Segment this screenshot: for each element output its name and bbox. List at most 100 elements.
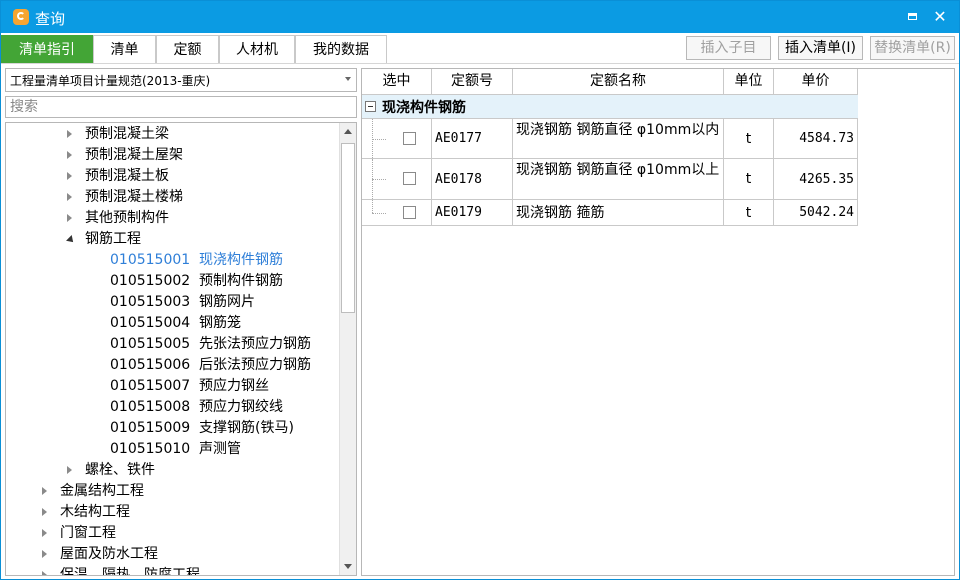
collapsed-triangle-icon[interactable] bbox=[67, 172, 72, 180]
close-button[interactable]: ✕ bbox=[930, 7, 950, 27]
column-header-select[interactable]: 选中 bbox=[362, 69, 432, 95]
tree-item-label: 钢筋笼 bbox=[199, 315, 241, 331]
tree-item-label: 现浇构件钢筋 bbox=[199, 252, 283, 268]
collapsed-triangle-icon[interactable] bbox=[67, 214, 72, 222]
tree-connector bbox=[372, 139, 386, 141]
left-pane: 工程量清单项目计量规范(2013-重庆) 保温、隔热、防腐工程 屋面及防水工程 门窗… bbox=[5, 68, 357, 576]
unit-cell: t bbox=[724, 119, 774, 159]
tab-quota[interactable]: 定额 bbox=[156, 35, 219, 63]
spec-select[interactable]: 工程量清单项目计量规范(2013-重庆) bbox=[5, 68, 357, 92]
collapsed-triangle-icon[interactable] bbox=[42, 571, 47, 575]
tree-item-code: 010515003 bbox=[110, 294, 191, 310]
row-checkbox[interactable] bbox=[403, 132, 416, 145]
tree-item[interactable]: 保温、隔热、防腐工程 bbox=[6, 565, 340, 576]
tree-item-label: 门窗工程 bbox=[60, 525, 116, 541]
search-input[interactable] bbox=[5, 96, 357, 118]
tree-item-label: 预制混凝土楼梯 bbox=[85, 189, 183, 205]
tree-item[interactable]: 010515008 预应力钢绞线 bbox=[6, 397, 340, 418]
title-bar[interactable]: 查询 ✕ bbox=[1, 1, 959, 33]
tree-item-label: 声测管 bbox=[199, 441, 241, 457]
tree-item[interactable]: 010515001 现浇构件钢筋 bbox=[6, 250, 340, 271]
insert-child-button[interactable]: 插入子目 bbox=[686, 36, 771, 60]
query-window: 查询 ✕ 清单指引 清单 定额 人材机 我的数据 插入子目 插入清单(I) 替换… bbox=[0, 0, 960, 580]
tree-scrollbar[interactable] bbox=[339, 123, 356, 575]
collapsed-triangle-icon[interactable] bbox=[67, 193, 72, 201]
select-cell bbox=[362, 119, 432, 159]
quota-grid: 选中 定额号 定额名称 单位 单价 现浇构件钢筋 AE0177 现浇钢筋 钢筋直… bbox=[361, 68, 955, 576]
tree-item[interactable]: 010515006 后张法预应力钢筋 bbox=[6, 355, 340, 376]
collapse-icon[interactable] bbox=[365, 101, 376, 112]
app-logo-icon bbox=[13, 9, 29, 25]
tree-item[interactable]: 门窗工程 bbox=[6, 523, 340, 544]
tree-item[interactable]: 屋面及防水工程 bbox=[6, 544, 340, 565]
scroll-down-icon[interactable] bbox=[340, 557, 356, 575]
tree-item[interactable]: 预制混凝土梁 bbox=[6, 124, 340, 145]
price-cell: 4584.73 bbox=[774, 119, 858, 159]
tree-item-label: 预制混凝土梁 bbox=[85, 126, 169, 142]
tree-item-label: 预应力钢丝 bbox=[199, 378, 269, 394]
tree-item[interactable]: 010515007 预应力钢丝 bbox=[6, 376, 340, 397]
tree-item-label: 预应力钢绞线 bbox=[199, 399, 283, 415]
name-cell: 现浇钢筋 钢筋直径 φ10mm以内 bbox=[513, 119, 724, 159]
tab-list[interactable]: 清单 bbox=[93, 35, 156, 63]
tab-bar: 清单指引 清单 定额 人材机 我的数据 插入子目 插入清单(I) 替换清单(R) bbox=[1, 33, 959, 64]
tree-item[interactable]: 010515002 预制构件钢筋 bbox=[6, 271, 340, 292]
tree-item[interactable]: 010515005 先张法预应力钢筋 bbox=[6, 334, 340, 355]
collapsed-triangle-icon[interactable] bbox=[42, 529, 47, 537]
tab-labor-material-machine[interactable]: 人材机 bbox=[219, 35, 295, 63]
window-title: 查询 bbox=[35, 10, 66, 28]
tree-item[interactable]: 010515003 钢筋网片 bbox=[6, 292, 340, 313]
expanded-triangle-icon[interactable] bbox=[66, 235, 76, 245]
name-cell: 现浇钢筋 钢筋直径 φ10mm以上 bbox=[513, 159, 724, 200]
tree-item-label: 预制混凝土板 bbox=[85, 168, 169, 184]
tree-connector bbox=[372, 213, 386, 215]
collapsed-triangle-icon[interactable] bbox=[67, 466, 72, 474]
group-label: 现浇构件钢筋 bbox=[382, 100, 466, 116]
tree-item[interactable]: 其他预制构件 bbox=[6, 208, 340, 229]
group-row[interactable]: 现浇构件钢筋 bbox=[362, 95, 858, 119]
collapsed-triangle-icon[interactable] bbox=[67, 151, 72, 159]
table-row[interactable]: AE0179 现浇钢筋 箍筋 t 5042.24 bbox=[362, 200, 858, 226]
collapsed-triangle-icon[interactable] bbox=[67, 130, 72, 138]
column-header-name[interactable]: 定额名称 bbox=[513, 69, 724, 95]
tree-item[interactable]: 木结构工程 bbox=[6, 502, 340, 523]
tree-item-label: 预制混凝土屋架 bbox=[85, 147, 183, 163]
tree-item-label: 后张法预应力钢筋 bbox=[199, 357, 311, 373]
tree-item[interactable]: 预制混凝土屋架 bbox=[6, 145, 340, 166]
column-header-price[interactable]: 单价 bbox=[774, 69, 858, 95]
collapsed-triangle-icon[interactable] bbox=[42, 550, 47, 558]
tree-item-label: 钢筋网片 bbox=[199, 294, 255, 310]
replace-list-button[interactable]: 替换清单(R) bbox=[870, 36, 955, 60]
maximize-button[interactable] bbox=[903, 7, 923, 27]
tree-item[interactable]: 预制混凝土板 bbox=[6, 166, 340, 187]
row-checkbox[interactable] bbox=[403, 206, 416, 219]
tree-item[interactable]: 螺栓、铁件 bbox=[6, 460, 340, 481]
tree-item-label: 木结构工程 bbox=[60, 504, 130, 520]
tab-list-guide[interactable]: 清单指引 bbox=[1, 35, 93, 63]
row-checkbox[interactable] bbox=[403, 172, 416, 185]
tree-item-label: 先张法预应力钢筋 bbox=[199, 336, 311, 352]
column-header-unit[interactable]: 单位 bbox=[724, 69, 774, 95]
unit-cell: t bbox=[724, 200, 774, 226]
tree-item-code: 010515001 bbox=[110, 252, 191, 268]
select-cell bbox=[362, 159, 432, 200]
insert-list-button[interactable]: 插入清单(I) bbox=[778, 36, 863, 60]
table-row[interactable]: AE0177 现浇钢筋 钢筋直径 φ10mm以内 t 4584.73 bbox=[362, 119, 858, 159]
tree-item[interactable]: 钢筋工程 bbox=[6, 229, 340, 250]
tree-item[interactable]: 010515004 钢筋笼 bbox=[6, 313, 340, 334]
column-header-code[interactable]: 定额号 bbox=[432, 69, 513, 95]
collapsed-triangle-icon[interactable] bbox=[42, 487, 47, 495]
tree-item[interactable]: 010515010 声测管 bbox=[6, 439, 340, 460]
tree-item-code: 010515010 bbox=[110, 441, 191, 457]
table-row[interactable]: AE0178 现浇钢筋 钢筋直径 φ10mm以上 t 4265.35 bbox=[362, 159, 858, 200]
code-cell: AE0179 bbox=[432, 200, 513, 226]
scroll-up-icon[interactable] bbox=[340, 123, 356, 141]
tree-item[interactable]: 金属结构工程 bbox=[6, 481, 340, 502]
tree-item-label: 保温、隔热、防腐工程 bbox=[60, 567, 200, 576]
scroll-thumb[interactable] bbox=[341, 143, 355, 313]
tab-my-data[interactable]: 我的数据 bbox=[295, 35, 387, 63]
collapsed-triangle-icon[interactable] bbox=[42, 508, 47, 516]
tree-item[interactable]: 010515009 支撑钢筋(铁马) bbox=[6, 418, 340, 439]
tree-item-label: 钢筋工程 bbox=[85, 231, 141, 247]
tree-item[interactable]: 预制混凝土楼梯 bbox=[6, 187, 340, 208]
